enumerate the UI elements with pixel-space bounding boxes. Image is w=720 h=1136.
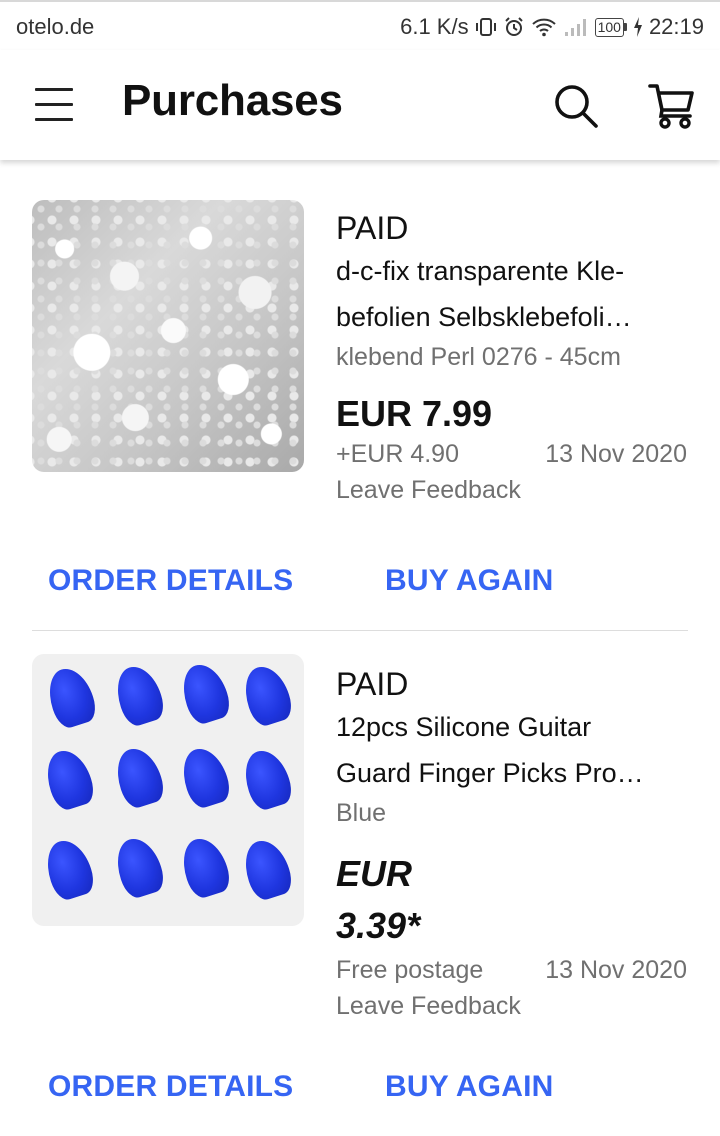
- item-price: EUR 3.39*: [336, 848, 696, 952]
- item-title-line: d-c-fix transparente Kle-: [336, 256, 625, 286]
- clock: 22:19: [648, 14, 704, 39]
- product-image[interactable]: [32, 200, 304, 472]
- item-title-line: befolien Selbsklebefoli…: [336, 302, 632, 332]
- divider: [32, 630, 688, 631]
- product-image[interactable]: [32, 654, 304, 926]
- price-amount: 3.39*: [336, 905, 421, 946]
- order-status: PAID: [336, 210, 409, 246]
- item-price: EUR 7.99: [336, 393, 493, 434]
- price-currency: EUR: [336, 853, 413, 894]
- leave-feedback-link[interactable]: Leave Feedback: [336, 988, 696, 1024]
- status-bar: otelo.de 6.1 K/s 100 22:19: [0, 0, 720, 50]
- item-title[interactable]: d-c-fix transparente Kle- befolien Selbs…: [336, 248, 696, 340]
- item-variation: Blue: [336, 799, 387, 827]
- app-bar: Purchases: [0, 50, 720, 160]
- battery-level: 100: [594, 17, 624, 37]
- meta-row: +EUR 4.90 13 Nov 2020: [336, 436, 696, 472]
- item-title-line: 12pcs Silicone Guitar: [336, 712, 592, 742]
- vibrate-icon: [475, 16, 497, 38]
- order-details-block: PAID d-c-fix transparente Kle- befolien …: [336, 208, 696, 508]
- leave-feedback-link[interactable]: Leave Feedback: [336, 472, 696, 508]
- search-icon[interactable]: [550, 80, 602, 132]
- alarm-icon: [503, 16, 525, 38]
- charging-icon: [633, 17, 643, 37]
- network-speed: 6.1 K/s: [400, 14, 469, 39]
- postage-cost: +EUR 4.90: [336, 440, 459, 468]
- postage-cost: Free postage: [336, 956, 484, 984]
- meta-row: Free postage 13 Nov 2020: [336, 952, 696, 988]
- order-date: 13 Nov 2020: [545, 440, 687, 468]
- item-title-line: Guard Finger Picks Pro…: [336, 758, 644, 788]
- carrier-name: otelo.de: [16, 14, 95, 39]
- order-date: 13 Nov 2020: [545, 956, 687, 984]
- cart-icon[interactable]: [646, 80, 698, 132]
- order-details-button[interactable]: ORDER DETAILS: [48, 1070, 293, 1104]
- signal-icon: [563, 16, 589, 38]
- status-icons: 6.1 K/s 100 22:19: [400, 14, 704, 40]
- buy-again-button[interactable]: BUY AGAIN: [385, 1070, 554, 1104]
- item-title[interactable]: 12pcs Silicone Guitar Guard Finger Picks…: [336, 704, 696, 796]
- menu-icon[interactable]: [32, 84, 78, 126]
- page-title: Purchases: [122, 76, 343, 125]
- order-details-button[interactable]: ORDER DETAILS: [48, 564, 293, 598]
- wifi-icon: [531, 16, 557, 38]
- buy-again-button[interactable]: BUY AGAIN: [385, 564, 554, 598]
- battery-icon: 100: [594, 17, 627, 37]
- item-variation: klebend Perl 0276 - 45cm: [336, 343, 621, 371]
- order-details-block: PAID 12pcs Silicone Guitar Guard Finger …: [336, 664, 696, 1024]
- order-status: PAID: [336, 666, 409, 702]
